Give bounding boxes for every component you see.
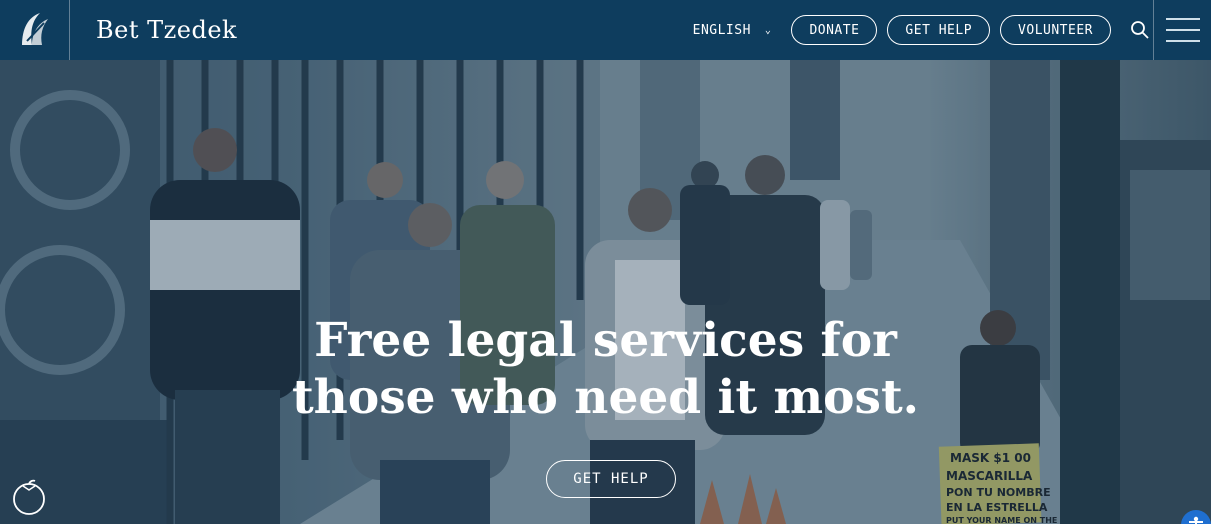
donate-button[interactable]: DONATE bbox=[791, 15, 878, 45]
search-icon[interactable] bbox=[1129, 19, 1151, 41]
hero-section: MASK $1 00 MASCARILLA PON TU NOMBRE EN L… bbox=[0, 60, 1211, 524]
bet-tzedek-leaf-logo-icon bbox=[21, 13, 48, 45]
hero-headline-line2: those who need it most. bbox=[291, 370, 920, 425]
hero-overlay bbox=[0, 60, 1211, 524]
language-selector[interactable]: ENGLISH ⌄ bbox=[693, 23, 772, 38]
apple-outline-icon[interactable] bbox=[10, 478, 48, 516]
hamburger-menu-icon[interactable] bbox=[1153, 0, 1211, 60]
hero-headline: Free legal services for those who need i… bbox=[0, 312, 1211, 426]
site-header: Bet Tzedek ENGLISH ⌄ DONATE GET HELP VOL… bbox=[0, 0, 1211, 60]
get-help-button[interactable]: GET HELP bbox=[887, 15, 991, 45]
brand-name[interactable]: Bet Tzedek bbox=[96, 16, 237, 44]
main-nav: ENGLISH ⌄ DONATE GET HELP VOLUNTEER bbox=[693, 0, 1151, 60]
hero-headline-line1: Free legal services for bbox=[314, 313, 897, 368]
language-label: ENGLISH bbox=[692, 22, 751, 38]
hero-get-help-button[interactable]: GET HELP bbox=[546, 460, 676, 498]
chevron-down-icon: ⌄ bbox=[764, 24, 772, 36]
volunteer-button[interactable]: VOLUNTEER bbox=[1000, 15, 1111, 45]
logo[interactable] bbox=[0, 0, 70, 60]
